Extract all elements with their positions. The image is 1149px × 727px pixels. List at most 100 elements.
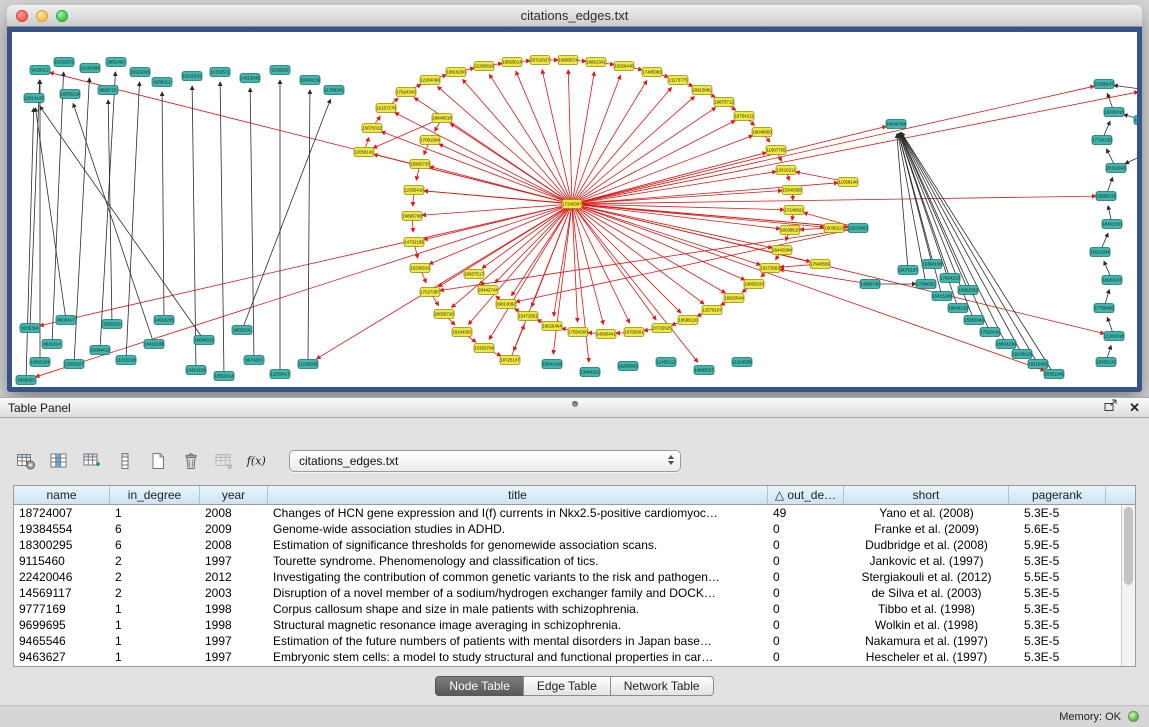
graph-node[interactable]: 20442744 [478, 286, 498, 295]
table-mode-button[interactable] [13, 449, 39, 473]
graph-node[interactable]: 10805204 [30, 358, 50, 367]
graph-node[interactable]: 11788341 [324, 86, 344, 95]
graph-node[interactable]: 16504230 [996, 340, 1016, 349]
graph-node[interactable]: 15340358 [782, 186, 802, 195]
table-row[interactable]: 946362711997Embryonic stem cells: a mode… [14, 649, 1121, 665]
graph-node[interactable]: 17081504 [420, 136, 440, 145]
graph-node[interactable]: 20815081 [692, 86, 712, 95]
graph-node[interactable]: 15076312 [362, 124, 382, 133]
graph-node[interactable]: 13084921 [580, 368, 600, 377]
show-columns-button[interactable] [46, 449, 72, 473]
column-header-in_degree[interactable]: in_degree [110, 486, 200, 504]
table-row[interactable]: 977716911998Corpus callosum shape and si… [14, 601, 1121, 617]
graph-node[interactable]: 16983574 [558, 56, 578, 65]
graph-node[interactable]: 15472551 [518, 312, 538, 321]
graph-node[interactable]: 14918205 [154, 316, 174, 325]
minimize-window-button[interactable] [36, 10, 48, 22]
graph-node[interactable]: 14985746 [860, 280, 880, 289]
graph-node[interactable]: 17240821 [784, 206, 804, 215]
graph-node[interactable]: 8641314 [42, 340, 62, 349]
graph-node[interactable]: 19725107 [500, 356, 520, 365]
graph-node[interactable]: 20722027 [530, 56, 550, 65]
graph-node[interactable]: 12250417 [270, 370, 290, 379]
graph-node[interactable]: 16657517 [464, 270, 484, 279]
graph-node[interactable]: 22280818 [474, 62, 494, 71]
scrollbar-thumb[interactable] [1124, 507, 1133, 585]
network-window-titlebar[interactable]: citations_edges.txt [7, 5, 1142, 27]
graph-node[interactable]: 12610211 [776, 166, 796, 175]
graph-node[interactable]: 8660715 [98, 86, 118, 95]
close-panel-icon[interactable]: ✕ [1129, 398, 1140, 418]
graph-node[interactable]: 8852490 [106, 58, 126, 67]
graph-node[interactable]: 12204060 [420, 76, 440, 85]
graph-node[interactable]: 16055218 [60, 90, 80, 99]
graph-node[interactable]: 15272563 [760, 264, 780, 273]
graph-node[interactable]: 20732625 [652, 324, 672, 333]
graph-node[interactable]: 19565014 [502, 58, 522, 67]
delete-table-button[interactable] [178, 449, 204, 473]
graph-node[interactable]: 10416108 [144, 340, 164, 349]
graph-node[interactable]: 10220101 [182, 72, 202, 81]
graph-node[interactable]: 17924342 [396, 88, 416, 97]
graph-node[interactable]: 16754211 [734, 112, 754, 121]
graph-node[interactable]: 20056720 [434, 310, 454, 319]
graph-node[interactable]: 15950342 [964, 316, 984, 325]
graph-node[interactable]: 18648794 [886, 120, 906, 129]
float-panel-icon[interactable] [1104, 399, 1118, 417]
graph-node[interactable]: 18164301 [452, 328, 472, 337]
graph-node[interactable]: 15958315 [1096, 192, 1116, 201]
graph-node[interactable]: 19338418 [1104, 108, 1124, 117]
zoom-window-button[interactable] [56, 10, 68, 22]
graph-node[interactable]: 18110425 [1028, 360, 1048, 369]
graph-node[interactable]: 16205833 [618, 362, 638, 371]
tab-network-table[interactable]: Network Table [610, 676, 714, 696]
graph-node[interactable]: 13410226 [186, 366, 206, 375]
graph-node[interactable]: 18236916 [410, 264, 430, 273]
graph-node[interactable]: 16415208 [932, 292, 952, 301]
graph-node[interactable]: 18326445 [614, 62, 634, 71]
graph-node[interactable]: 21173775 [668, 76, 688, 85]
graph-node[interactable]: 19245013 [1012, 350, 1032, 359]
graph-node[interactable]: 18039510 [780, 226, 800, 235]
graph-node[interactable]: 10340216 [300, 76, 320, 85]
graph-node[interactable]: 19084167 [1102, 276, 1122, 285]
graph-node[interactable]: 21058147 [1094, 80, 1114, 89]
table-row[interactable]: 2242004622012Investigating the contribut… [14, 569, 1121, 585]
graph-node[interactable]: 19895708 [402, 212, 422, 221]
graph-node[interactable]: 20160395 [80, 64, 100, 73]
graph-node[interactable]: 18034125 [948, 304, 968, 313]
graph-node[interactable]: 10153672 [54, 58, 74, 67]
graph-node[interactable]: 17240307 [562, 200, 582, 209]
graph-node[interactable]: 18462150 [1102, 220, 1122, 229]
graph-node[interactable]: 17604213 [940, 274, 960, 283]
graph-node[interactable]: 9674203 [244, 356, 264, 365]
table-selector[interactable]: citations_edges.txt [289, 450, 681, 472]
column-header-out_degree[interactable]: △ out_de… [768, 486, 844, 504]
graph-node[interactable]: 19013092 [496, 300, 516, 309]
graph-node[interactable]: 17485083 [642, 68, 662, 77]
graph-node[interactable]: 12058141 [354, 148, 374, 157]
column-header-name[interactable]: name [14, 486, 110, 504]
graph-node[interactable]: 18356120 [1096, 358, 1116, 367]
graph-node[interactable]: 16157278 [376, 104, 396, 113]
column-header-title[interactable]: title [268, 486, 768, 504]
table-row[interactable]: 946554611997Estimation of the future num… [14, 633, 1121, 649]
tab-edge-table[interactable]: Edge Table [523, 676, 611, 696]
network-canvas[interactable]: 12058141 15076312 1615727817924342 12204060… [12, 32, 1137, 387]
graph-node[interactable]: 16036113 [824, 224, 844, 233]
column-header-pagerank[interactable]: pagerank [1009, 486, 1106, 504]
graph-node[interactable]: 16442094 [772, 246, 792, 255]
close-window-button[interactable] [16, 10, 28, 22]
graph-node[interactable]: 9425012 [30, 66, 50, 75]
graph-node[interactable]: 19586110 [678, 316, 698, 325]
graph-node[interactable]: 12450112 [656, 358, 676, 367]
column-header-year[interactable]: year [200, 486, 268, 504]
table-row[interactable]: 1830029562008Estimation of significance … [14, 537, 1121, 553]
graph-node[interactable]: 19955933 [744, 280, 764, 289]
graph-node[interactable]: 11058140 [838, 178, 858, 187]
graph-node[interactable]: 11316571 [210, 68, 230, 77]
graph-node[interactable]: 15084412 [90, 346, 110, 355]
graph-node[interactable]: 10084523 [194, 336, 214, 345]
graph-node[interactable]: 15916020 [130, 68, 150, 77]
graph-node[interactable]: 9902316 [232, 326, 252, 335]
